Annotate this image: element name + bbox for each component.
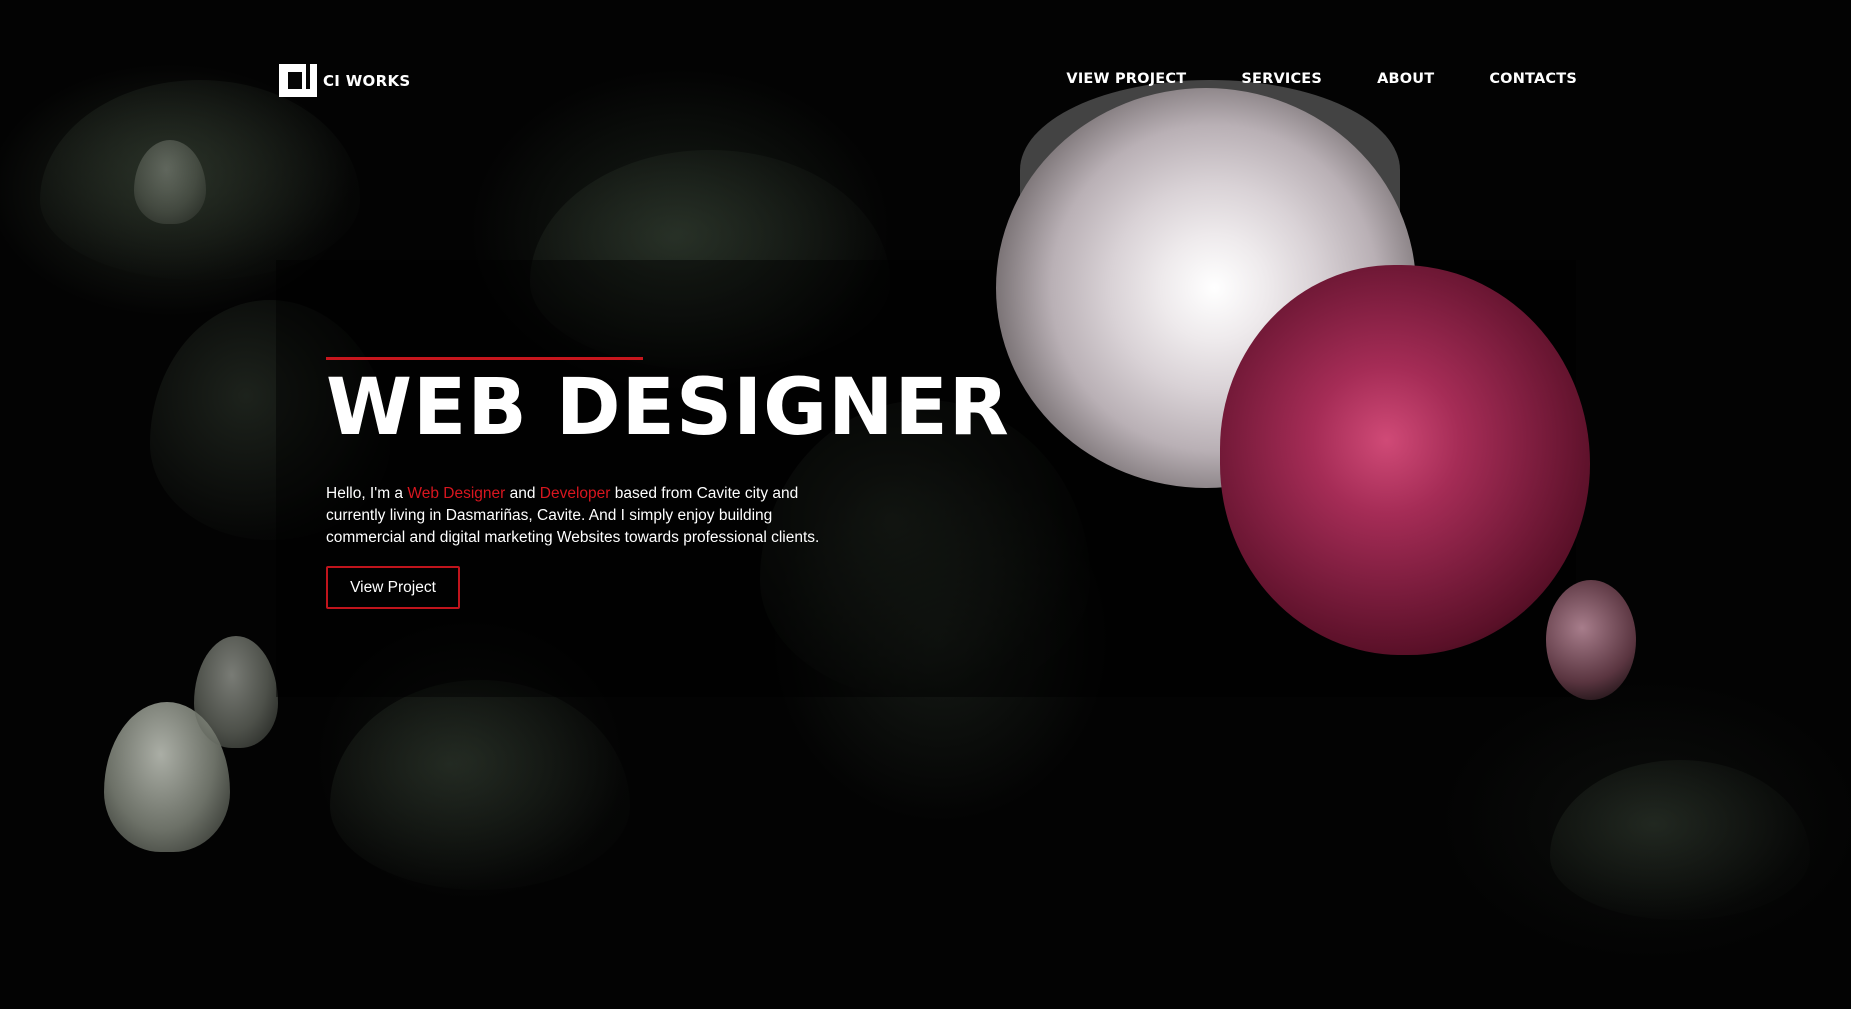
hero-title: WEB DESIGNER bbox=[326, 363, 1010, 453]
background-bud bbox=[194, 636, 278, 748]
background-leaf bbox=[330, 680, 630, 890]
nav-item-contacts[interactable]: CONTACTS bbox=[1489, 71, 1577, 87]
hero-intro-text: Hello, I'm a Web Designer and Developer … bbox=[326, 483, 846, 549]
ci-works-logo-icon bbox=[279, 64, 317, 97]
brand-name: CI WORKS bbox=[323, 71, 411, 90]
page: CI WORKS VIEW PROJECT SERVICES ABOUT CON… bbox=[0, 0, 1851, 1009]
red-rose bbox=[1220, 265, 1590, 655]
rose-bud bbox=[1546, 580, 1636, 700]
intro-highlight-web-designer: Web Designer bbox=[407, 485, 506, 502]
nav-item-services[interactable]: SERVICES bbox=[1241, 71, 1322, 87]
background-leaf bbox=[1550, 760, 1810, 920]
hero-flowers-image bbox=[990, 80, 1636, 700]
intro-part-1: Hello, I'm a bbox=[326, 485, 408, 502]
logo-link[interactable]: CI WORKS bbox=[279, 64, 411, 97]
nav-item-about[interactable]: ABOUT bbox=[1377, 71, 1434, 87]
intro-part-2: and bbox=[505, 485, 540, 502]
view-project-button[interactable]: View Project bbox=[326, 566, 460, 609]
nav-item-view-project[interactable]: VIEW PROJECT bbox=[1066, 71, 1186, 87]
intro-highlight-developer: Developer bbox=[539, 485, 611, 502]
hero-accent-line bbox=[326, 357, 643, 360]
main-nav: VIEW PROJECT SERVICES ABOUT CONTACTS bbox=[1066, 71, 1577, 87]
